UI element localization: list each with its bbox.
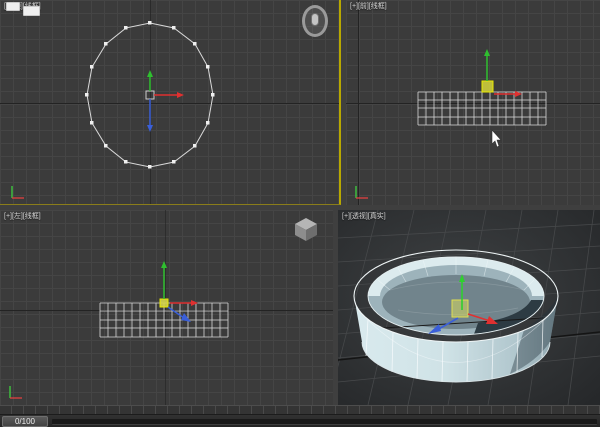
- ui-fragment: [23, 6, 40, 16]
- selected-vertex-handle[interactable]: [160, 299, 168, 307]
- viewport-left-label[interactable]: [+][左][线框]: [4, 212, 41, 221]
- timeline-bar: 0/100: [0, 405, 600, 427]
- axis-tripod-icon: [12, 186, 24, 198]
- axis-tripod-icon: [10, 386, 22, 398]
- transform-gizmo-top[interactable]: [146, 70, 184, 132]
- transform-gizmo-left[interactable]: [160, 261, 198, 322]
- cube-icon[interactable]: [295, 218, 317, 241]
- viewport-perspective-label[interactable]: [+][透视][真实]: [342, 212, 386, 221]
- mouse-cursor: [492, 130, 501, 147]
- viewport-splitter-vertical-bottom[interactable]: [333, 210, 338, 405]
- time-ruler[interactable]: [0, 406, 600, 415]
- left-view-canvas: [0, 210, 333, 405]
- mouse-wheel-icon: [311, 13, 319, 26]
- frame-counter-slider[interactable]: 0/100: [2, 416, 48, 427]
- perspective-canvas: [338, 210, 600, 405]
- spline-vertices[interactable]: [85, 21, 215, 169]
- front-view-canvas: [346, 0, 600, 205]
- max-viewport-layout: [+][顶][线框] [+][前][线框]: [0, 0, 600, 427]
- tube-front-wireframe[interactable]: [418, 92, 546, 125]
- selected-vertex-handle[interactable]: [452, 300, 468, 317]
- top-view-canvas: [0, 0, 339, 204]
- viewport-front[interactable]: [+][前][线框]: [346, 0, 600, 205]
- viewport-front-label[interactable]: [+][前][线框]: [350, 2, 387, 11]
- viewport-splitter-vertical-top[interactable]: [341, 0, 346, 205]
- viewport-splitter-horizontal[interactable]: [0, 205, 600, 210]
- track-bar[interactable]: [52, 419, 597, 425]
- viewport-perspective[interactable]: [+][透视][真实]: [338, 210, 600, 405]
- axis-tripod-icon: [356, 186, 368, 198]
- mouse-indicator-icon: [302, 5, 328, 37]
- selected-vertex-handle[interactable]: [482, 81, 493, 92]
- viewport-top[interactable]: [+][顶][线框]: [0, 0, 341, 205]
- ui-fragment: [6, 2, 20, 11]
- viewport-left[interactable]: [+][左][线框]: [0, 210, 333, 405]
- tube-side-wireframe[interactable]: [100, 303, 228, 337]
- transform-gizmo-front[interactable]: [482, 49, 522, 97]
